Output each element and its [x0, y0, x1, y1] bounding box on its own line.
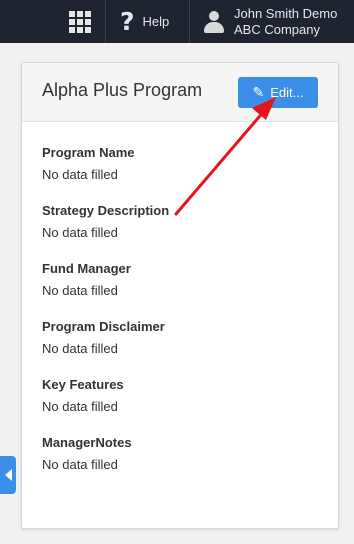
field-fund-manager: Fund Manager No data filled — [42, 260, 338, 299]
field-value: No data filled — [42, 167, 118, 182]
field-label: Key Features — [42, 377, 124, 392]
field-label: Fund Manager — [42, 261, 131, 276]
field-key-features: Key Features No data filled — [42, 376, 338, 415]
field-value: No data filled — [42, 399, 118, 414]
help-button[interactable]: ? Help — [106, 0, 189, 43]
field-label: Program Disclaimer — [42, 319, 165, 334]
field-value: No data filled — [42, 457, 118, 472]
field-value: No data filled — [42, 283, 118, 298]
field-value: No data filled — [42, 225, 118, 240]
question-mark-icon: ? — [120, 7, 135, 36]
page-title: Alpha Plus Program — [42, 80, 203, 100]
grid-icon — [69, 10, 91, 33]
user-icon — [204, 10, 224, 33]
field-strategy-description: Strategy Description No data filled — [42, 202, 338, 241]
field-program-disclaimer: Program Disclaimer No data filled — [42, 318, 338, 357]
top-bar: ? Help John Smith Demo ABC Company — [0, 0, 354, 43]
sidebar-toggle-button[interactable] — [0, 456, 16, 494]
panel-header: Alpha Plus Program ✎ Edit... — [22, 63, 338, 122]
field-value: No data filled — [42, 341, 118, 356]
program-panel: Alpha Plus Program ✎ Edit... Program Nam… — [21, 62, 339, 529]
field-list: Program Name No data filled Strategy Des… — [22, 122, 338, 473]
user-menu[interactable]: John Smith Demo ABC Company — [190, 0, 354, 43]
help-label: Help — [142, 14, 170, 29]
caret-left-icon — [4, 469, 12, 481]
edit-label: Edit... — [270, 85, 304, 100]
company-name: ABC Company — [234, 21, 320, 37]
field-label: ManagerNotes — [42, 435, 132, 450]
pencil-icon: ✎ — [252, 84, 265, 101]
apps-button[interactable] — [55, 0, 105, 43]
field-label: Strategy Description — [42, 203, 170, 218]
edit-button[interactable]: ✎ Edit... — [238, 77, 318, 108]
field-label: Program Name — [42, 145, 135, 160]
field-program-name: Program Name No data filled — [42, 144, 338, 183]
user-name: John Smith Demo — [234, 5, 338, 21]
field-manager-notes: ManagerNotes No data filled — [42, 434, 338, 473]
